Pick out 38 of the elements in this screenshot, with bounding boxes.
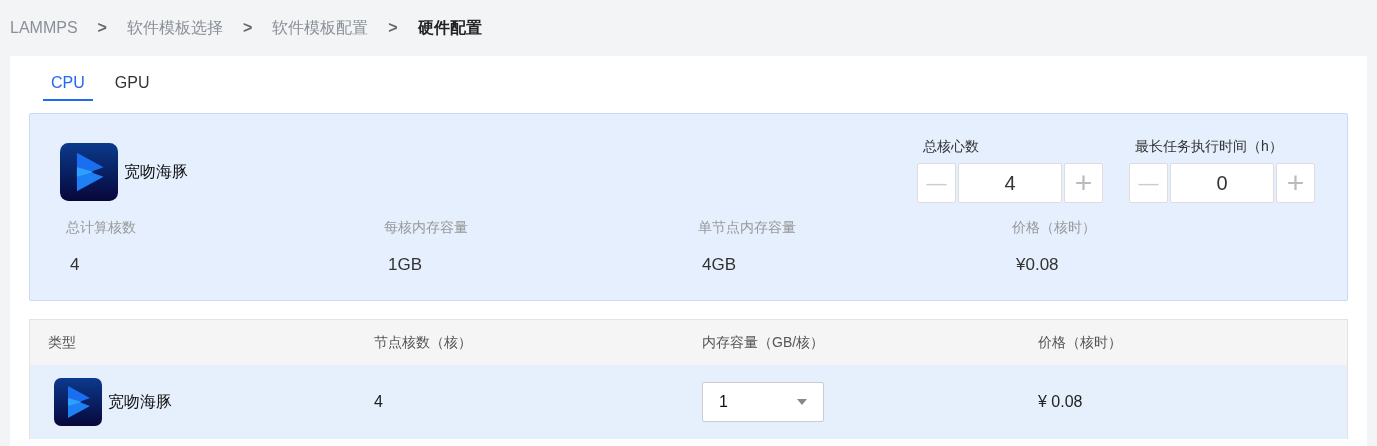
table-cell-text: 4	[374, 392, 384, 412]
breadcrumb-item[interactable]: 软件模板配置	[272, 16, 369, 40]
tab[interactable]: GPU	[106, 70, 158, 101]
breadcrumb-item: 硬件配置	[417, 18, 482, 38]
breadcrumb-separator: >	[97, 18, 107, 38]
stat-value: 1GB	[387, 254, 424, 276]
increment-button[interactable]: +	[1064, 163, 1103, 203]
increment-button[interactable]: +	[1276, 163, 1315, 203]
breadcrumb-separator: >	[242, 18, 253, 38]
stat-value: 4GB	[701, 254, 738, 276]
column-header: 节点核数（核）	[374, 333, 473, 352]
stat-label: 单节点内存容量	[698, 218, 797, 237]
column-header: 内存容量（GB/核）	[702, 333, 826, 352]
memory-dropdown[interactable]: 1	[702, 382, 824, 422]
table-cell-text: ¥ 0.08	[1038, 392, 1084, 412]
tab[interactable]: CPU	[43, 70, 93, 101]
play-logo-icon	[54, 378, 102, 426]
stat-label: 每核内存容量	[384, 218, 469, 237]
stat-label: 价格（核时）	[1012, 218, 1097, 237]
breadcrumb-separator: >	[388, 18, 398, 38]
column-header: 类型	[48, 333, 77, 352]
table-row[interactable]: 宽吻海豚 4 1 ¥ 0.08	[30, 365, 1347, 439]
breadcrumb-item[interactable]: LAMMPS	[10, 16, 78, 40]
stat-label: 总计算核数	[66, 218, 137, 237]
software-name: 宽吻海豚	[124, 161, 188, 182]
breadcrumb-item[interactable]: 软件模板选择	[126, 16, 223, 40]
number-field[interactable]: 4	[958, 163, 1062, 203]
caret-down-icon	[797, 399, 807, 405]
number-field[interactable]: 0	[1170, 163, 1274, 203]
stat-value: 4	[69, 254, 81, 276]
stepper-label: 总核心数	[922, 137, 980, 156]
decrement-button[interactable]: —	[917, 163, 956, 203]
table-cell-text: 宽吻海豚	[108, 392, 172, 412]
stepper-label: 最长任务执行时间（h）	[1134, 137, 1284, 156]
decrement-button[interactable]: —	[1129, 163, 1168, 203]
stat-value: ¥0.08	[1015, 254, 1060, 276]
column-header: 价格（核时）	[1038, 333, 1123, 352]
play-logo-icon	[60, 142, 118, 201]
